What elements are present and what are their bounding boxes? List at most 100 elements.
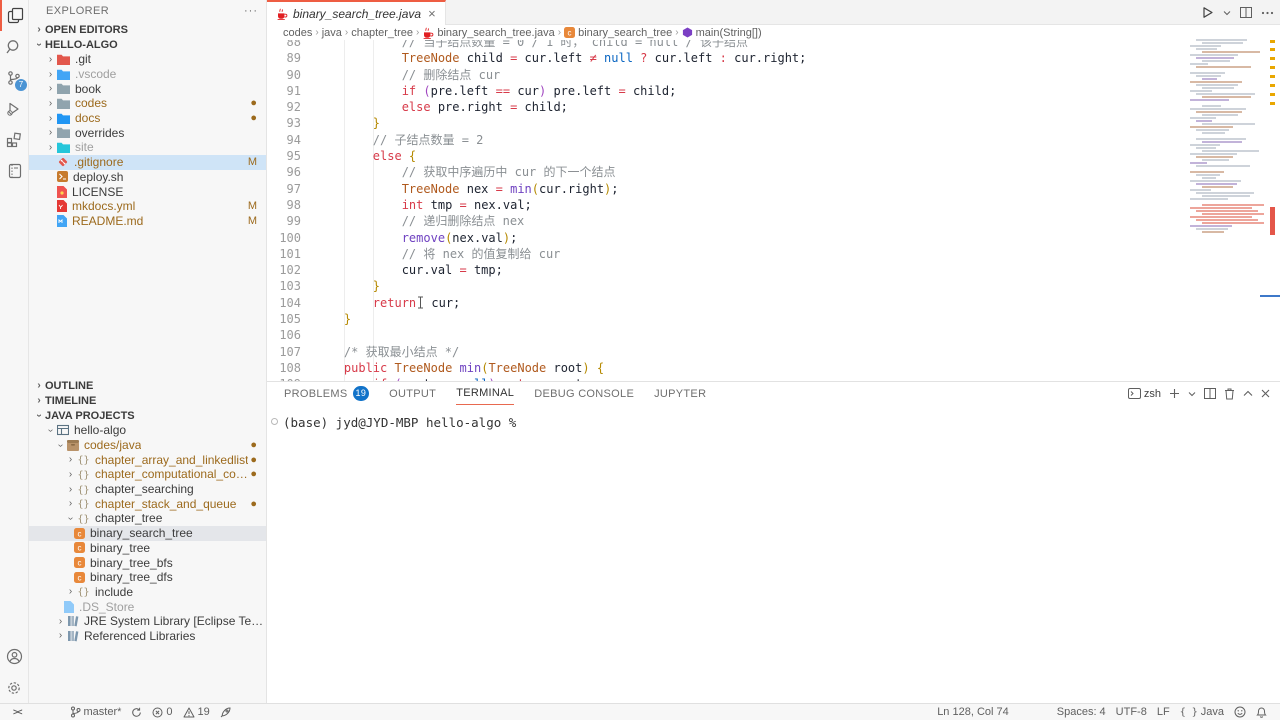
activity-bar-item-settings[interactable] [0,672,28,703]
breadcrumb-item-binary_search_tree[interactable]: cbinary_search_tree [564,27,672,39]
code-line-104[interactable]: 104 return cur; [267,295,1188,311]
views-and-more-actions-button[interactable]: ··· [244,5,258,17]
run-dropdown[interactable] [1223,10,1231,16]
file-tree-item-.gitignore[interactable]: .gitignoreM [29,155,266,170]
status-errors[interactable]: 0 [147,704,177,720]
code-line-103[interactable]: 103 } [267,278,1188,294]
file-tree-item-docs[interactable]: ›docs● [29,111,266,126]
java-project-item-chapter_computational_complexity[interactable]: ›{}chapter_computational_complexity● [29,467,266,482]
activity-bar-item-accounts[interactable] [0,641,28,672]
new-terminal-button[interactable] [1169,388,1180,399]
run-button[interactable] [1201,6,1214,19]
java-project-item-hello-algo[interactable]: ›hello-algo [29,423,266,438]
breadcrumb-item-chapter_tree[interactable]: chapter_tree [351,27,413,39]
java-project-item-binary_tree_bfs[interactable]: cbinary_tree_bfs [29,555,266,570]
code-line-98[interactable]: 98 int tmp = nex.val; [267,197,1188,213]
panel-tab-problems[interactable]: PROBLEMS19 [284,382,369,405]
file-tree-item-mkdocs.yml[interactable]: mkdocs.ymlM [29,199,266,214]
code-line-108[interactable]: 108 public TreeNode min(TreeNode root) { [267,360,1188,376]
code-line-95[interactable]: 95 else { [267,148,1188,164]
terminal[interactable]: (base) jyd@JYD-MBP hello-algo % [267,405,1280,430]
code-line-91[interactable]: 91 if (pre.left == cur) pre.left = child… [267,83,1188,99]
java-project-item-include[interactable]: ›{}include [29,585,266,600]
code-line-100[interactable]: 100 remove(nex.val); [267,230,1188,246]
more-actions-button[interactable] [1261,11,1274,15]
terminal-profile[interactable]: zsh [1128,388,1161,400]
breadcrumb-item-java[interactable]: java [322,27,342,39]
split-editor-button[interactable] [1240,7,1252,18]
code-line-94[interactable]: 94 // 子结点数量 = 2 [267,132,1188,148]
code-line-99[interactable]: 99 // 递归删除结点 nex [267,213,1188,229]
code-line-96[interactable]: 96 // 获取中序遍历中 cur 的下一个结点 [267,164,1188,180]
file-tree-item-codes[interactable]: ›codes● [29,96,266,111]
code-line-107[interactable]: 107 /* 获取最小结点 */ [267,344,1188,360]
minimap[interactable] [1190,36,1266,236]
java-project-item-chapter_tree[interactable]: ›{}chapter_tree [29,511,266,526]
code-line-106[interactable]: 106 [267,327,1188,343]
file-tree-item-site[interactable]: ›site [29,140,266,155]
status-eol[interactable]: LF [1152,704,1175,720]
breadcrumb-item-binary_search_tree.java[interactable]: binary_search_tree.java [422,27,554,39]
panel-tab-output[interactable]: OUTPUT [389,382,436,405]
file-tree-item-README.md[interactable]: README.mdM [29,214,266,229]
code-line-89[interactable]: 89 TreeNode child = cur.left ≠ null ? cu… [267,50,1188,66]
java-project-item-binary_search_tree[interactable]: cbinary_search_tree [29,526,266,541]
panel-tab-jupyter[interactable]: JUPYTER [654,382,706,405]
file-tree-item-.git[interactable]: ›.git [29,52,266,67]
section-header-java-projects[interactable]: ›JAVA PROJECTS [29,408,266,423]
code-line-92[interactable]: 92 else pre.right = child; [267,99,1188,115]
file-tree-item-book[interactable]: ›book [29,81,266,96]
status-cursor-position[interactable]: Ln 128, Col 74 [932,704,1014,720]
status-language-mode[interactable]: { }Java [1175,704,1229,720]
code-line-93[interactable]: 93 } [267,115,1188,131]
activity-bar-item-notebook[interactable] [0,155,28,186]
status-remote[interactable]: >< [8,704,27,720]
section-header-hello-algo[interactable]: ›HELLO-ALGO [29,37,266,52]
status-encoding[interactable]: UTF-8 [1111,704,1152,720]
file-tree-item-.vscode[interactable]: ›.vscode [29,67,266,82]
java-project-item-binary_tree_dfs[interactable]: cbinary_tree_dfs [29,570,266,585]
java-project-item-chapter_stack_and_queue[interactable]: ›{}chapter_stack_and_queue● [29,496,266,511]
code-line-97[interactable]: 97 TreeNode nex = min(cur.right); [267,181,1188,197]
tab-close-icon[interactable]: × [428,6,436,21]
status-sync[interactable] [126,704,147,720]
editor-tab-binary_search_tree.java[interactable]: binary_search_tree.java× [267,0,446,25]
java-project-item-chapter_searching[interactable]: ›{}chapter_searching [29,482,266,497]
code-line-105[interactable]: 105 } [267,311,1188,327]
java-project-item-binary_tree[interactable]: cbinary_tree [29,541,266,556]
code-line-90[interactable]: 90 // 删除结点 cur [267,67,1188,83]
status-indentation[interactable]: Spaces: 4 [1052,704,1111,720]
split-terminal-button[interactable] [1204,388,1216,399]
code-line-88[interactable]: 88 // 当子结点数量 = 0 / 1 时， child = null / 该… [267,40,1188,50]
java-project-item-chapter_array_and_linkedlist[interactable]: ›{}chapter_array_and_linkedlist● [29,452,266,467]
terminal-launch-dropdown[interactable] [1188,391,1196,397]
status-java-mode[interactable] [215,704,237,720]
java-project-item-codes_java[interactable]: ›codes/java● [29,438,266,453]
activity-bar-item-extensions[interactable] [0,124,28,155]
panel-tab-terminal[interactable]: TERMINAL [456,382,514,405]
file-tree-item-LICENSE[interactable]: LICENSE [29,184,266,199]
code-editor[interactable]: 88 // 当子结点数量 = 0 / 1 时， child = null / 该… [267,40,1188,381]
breadcrumb-item-codes[interactable]: codes [283,27,312,39]
java-project-item-.DS_Store[interactable]: .DS_Store [29,599,266,614]
status-feedback[interactable] [1229,704,1251,720]
code-line-101[interactable]: 101 // 将 nex 的值复制给 cur [267,246,1188,262]
activity-bar-item-explorer[interactable] [0,0,28,31]
section-header-outline[interactable]: ›OUTLINE [29,378,266,393]
breadcrumb-item-main_String_[interactable]: main(String[]) [682,27,762,39]
section-header-open-editors[interactable]: ›OPEN EDITORS [29,22,266,37]
status-warnings[interactable]: 19 [178,704,215,720]
overview-ruler[interactable] [1266,28,1280,381]
close-panel-button[interactable] [1261,389,1270,398]
file-tree-item-deploy.sh[interactable]: deploy.sh [29,170,266,185]
java-project-item-Referenced_Libraries[interactable]: ›Referenced Libraries [29,629,266,644]
section-header-timeline[interactable]: ›TIMELINE [29,393,266,408]
file-tree-item-overrides[interactable]: ›overrides [29,125,266,140]
activity-bar-item-search[interactable] [0,31,28,62]
java-project-item-JRE_System_Library_Eclipse_Temurin_17_17...[interactable]: ›JRE System Library [Eclipse Temurin 17 … [29,614,266,629]
status-branch[interactable]: master* [65,704,127,720]
activity-bar-item-run-debug[interactable] [0,93,28,124]
maximize-panel-button[interactable] [1243,390,1253,397]
kill-terminal-button[interactable] [1224,388,1235,400]
activity-bar-item-source-control[interactable]: 7 [0,62,28,93]
